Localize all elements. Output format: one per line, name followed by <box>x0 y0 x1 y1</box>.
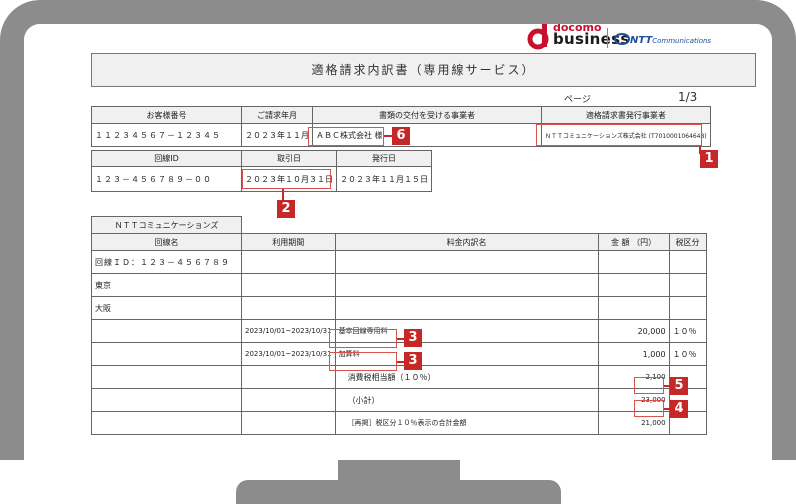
tax-cell: １０％ <box>668 319 707 343</box>
line-id-header: 回線ID <box>91 150 242 167</box>
period-cell <box>241 411 336 435</box>
table-row: 東京 <box>91 273 707 297</box>
page-number: 1/3 <box>678 90 698 104</box>
amount-cell <box>597 296 670 320</box>
ntt-swirl-icon <box>614 32 630 45</box>
issue-date-header: 発行日 <box>336 150 432 167</box>
table-row: 消費税相当額（１０％） 2,100 <box>91 365 707 389</box>
badge-3b: 3 <box>404 352 422 370</box>
communications-logo-text: Communications <box>652 37 712 45</box>
badge-5: 5 <box>670 377 688 395</box>
badge-1: 1 <box>700 150 718 168</box>
line-name-cell: 東京 <box>91 273 242 297</box>
badge-2-connector <box>282 189 284 200</box>
monitor-frame: docomo business NTTCommunications 適格請求内訳… <box>0 0 796 460</box>
badge-2: 2 <box>277 200 295 218</box>
period-cell: 2023/10/01~2023/10/31 <box>241 342 336 366</box>
recipient-business-header: 書類の交付を受ける事業者 <box>312 106 542 124</box>
invoice-document: docomo business NTTCommunications 適格請求内訳… <box>24 24 772 460</box>
customer-number-value: １１２３４５６７－１２３４５ <box>91 123 242 147</box>
period-cell <box>241 250 336 274</box>
period-cell <box>241 296 336 320</box>
line-name-header: 回線名 <box>91 233 242 251</box>
badge-3b-connector <box>397 361 404 363</box>
charge-detail-table: ＮＴＴコミュニケーションズ 回線名 利用期間 料金内訳名 金 額 （円） 税区分… <box>91 216 707 435</box>
period-cell <box>241 273 336 297</box>
ntt-communications-logo: NTTCommunications <box>614 28 711 47</box>
line-name-cell: 大阪 <box>91 296 242 320</box>
tax-category-header: 税区分 <box>668 233 707 251</box>
charge-name-header: 料金内訳名 <box>334 233 599 251</box>
amount-cell: 20,000 <box>597 319 670 343</box>
subtotal-highlight <box>634 400 664 417</box>
charge-name-cell: （小計） <box>334 388 599 412</box>
billing-month-header: ご請求年月 <box>241 106 313 124</box>
badge-3a-connector <box>397 338 404 340</box>
issuer-highlight <box>536 124 702 146</box>
line-name-cell <box>91 365 242 389</box>
transaction-date-header: 取引日 <box>241 150 337 167</box>
tax-cell <box>668 250 707 274</box>
amount-cell <box>597 250 670 274</box>
transaction-date-highlight <box>242 169 331 189</box>
period-cell <box>241 365 336 389</box>
amount-cell <box>597 273 670 297</box>
line-id-value: １２３－４５６７８９－００ <box>91 166 242 192</box>
tax-cell <box>668 296 707 320</box>
charge-name-cell: ［再掲］税区分１０％表示の合計金額 <box>334 411 599 435</box>
period-cell <box>241 388 336 412</box>
badge-4: 4 <box>670 400 688 418</box>
badge-3a: 3 <box>404 329 422 347</box>
issue-date-value: ２０２３年１１月１５日 <box>336 166 432 192</box>
line-name-cell <box>91 342 242 366</box>
ntt-logo-text: NTT <box>630 35 653 46</box>
additional-fee-highlight <box>329 352 397 371</box>
page-label: ページ <box>564 95 591 105</box>
charge-name-cell <box>334 273 599 297</box>
company-name: ＮＴＴコミュニケーションズ <box>91 216 242 234</box>
company-spacer <box>241 216 707 234</box>
tax-cell <box>668 273 707 297</box>
tax-amount-highlight <box>634 377 664 394</box>
basic-fee-highlight <box>329 329 397 348</box>
line-name-cell <box>91 411 242 435</box>
docomo-d-logo-icon <box>527 24 549 50</box>
billing-month-value: ２０２３年１１月 <box>241 123 313 147</box>
line-name-cell <box>91 319 242 343</box>
badge-6: 6 <box>392 127 410 145</box>
amount-header: 金 額 （円） <box>597 233 670 251</box>
charge-name-cell <box>334 296 599 320</box>
monitor-stand-base <box>236 480 561 504</box>
period-cell: 2023/10/01~2023/10/31 <box>241 319 336 343</box>
amount-cell: 1,000 <box>597 342 670 366</box>
table-row: （小計） 23,000 <box>91 388 707 412</box>
table-row: 大阪 <box>91 296 707 320</box>
customer-number-header: お客様番号 <box>91 106 242 124</box>
line-name-cell <box>91 388 242 412</box>
line-name-cell: 回線ＩＤ：１２３－４５６７８９ <box>91 250 242 274</box>
charge-name-cell <box>334 250 599 274</box>
table-row: 回線ＩＤ：１２３－４５６７８９ <box>91 250 707 274</box>
table-row: ［再掲］税区分１０％表示の合計金額 21,000 <box>91 411 707 435</box>
tax-cell: １０％ <box>668 342 707 366</box>
usage-period-header: 利用期間 <box>241 233 336 251</box>
badge-6-connector <box>384 135 392 137</box>
document-title: 適格請求内訳書（専用線サービス） <box>91 53 756 87</box>
logo-divider <box>607 28 608 48</box>
issuer-business-header: 適格請求書発行事業者 <box>541 106 711 124</box>
recipient-highlight <box>308 127 384 146</box>
